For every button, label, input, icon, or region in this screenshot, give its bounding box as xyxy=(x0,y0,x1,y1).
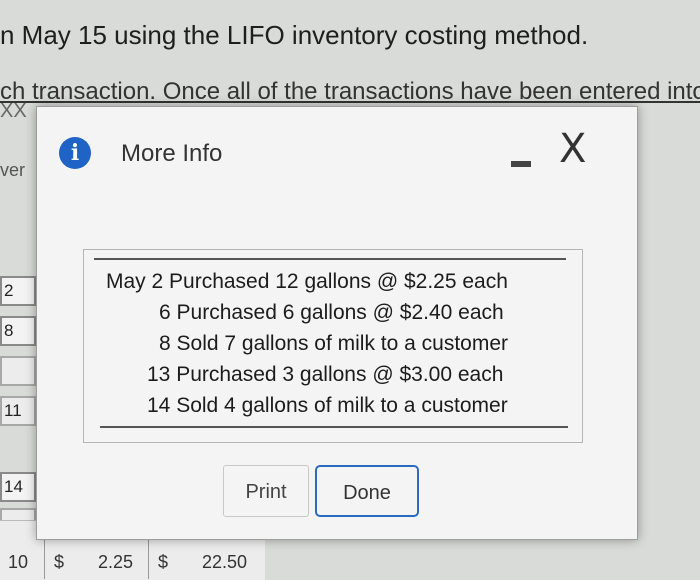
more-info-dialog: i More Info X May 2 Purchased 12 gallons… xyxy=(36,106,638,540)
table-cell[interactable]: 8 xyxy=(0,316,36,346)
dialog-title: More Info xyxy=(121,140,223,167)
print-button[interactable]: Print xyxy=(223,465,309,517)
table-cell[interactable]: 14 xyxy=(0,472,36,502)
table-cell-quantity: 10 xyxy=(8,552,29,572)
transactions-box: May 2 Purchased 12 gallons @ $2.25 each … xyxy=(83,249,583,443)
partial-text: XX xyxy=(0,100,27,122)
table-cell-currency: $ xyxy=(54,552,65,572)
table-cell-total-cost: 22.50 xyxy=(202,552,248,572)
table-cell-unit-cost: 2.25 xyxy=(98,552,134,572)
divider xyxy=(100,426,568,428)
transaction-row: 13 Purchased 3 gallons @ $3.00 each xyxy=(147,363,504,386)
transaction-row: 8 Sold 7 gallons of milk to a customer xyxy=(159,332,509,355)
column-header-fragment: ver xyxy=(0,160,26,180)
instruction-text-continued: ch transaction. Once all of the transact… xyxy=(0,78,700,105)
divider xyxy=(94,258,566,260)
table-cell[interactable] xyxy=(0,356,36,386)
close-button[interactable]: X xyxy=(559,129,586,169)
table-cell[interactable]: 11 xyxy=(0,396,36,426)
minimize-button[interactable] xyxy=(511,161,531,167)
table-cell-currency: $ xyxy=(158,552,169,572)
table-cell[interactable]: 2 xyxy=(0,276,36,306)
instruction-text: n May 15 using the LIFO inventory costin… xyxy=(0,20,589,50)
transaction-row: 14 Sold 4 gallons of milk to a customer xyxy=(147,394,508,417)
transaction-row: 6 Purchased 6 gallons @ $2.40 each xyxy=(159,301,504,324)
transaction-row: May 2 Purchased 12 gallons @ $2.25 each xyxy=(106,270,508,293)
done-button[interactable]: Done xyxy=(315,465,419,517)
info-icon: i xyxy=(59,137,91,169)
dialog-titlebar: i More Info X xyxy=(37,107,637,195)
